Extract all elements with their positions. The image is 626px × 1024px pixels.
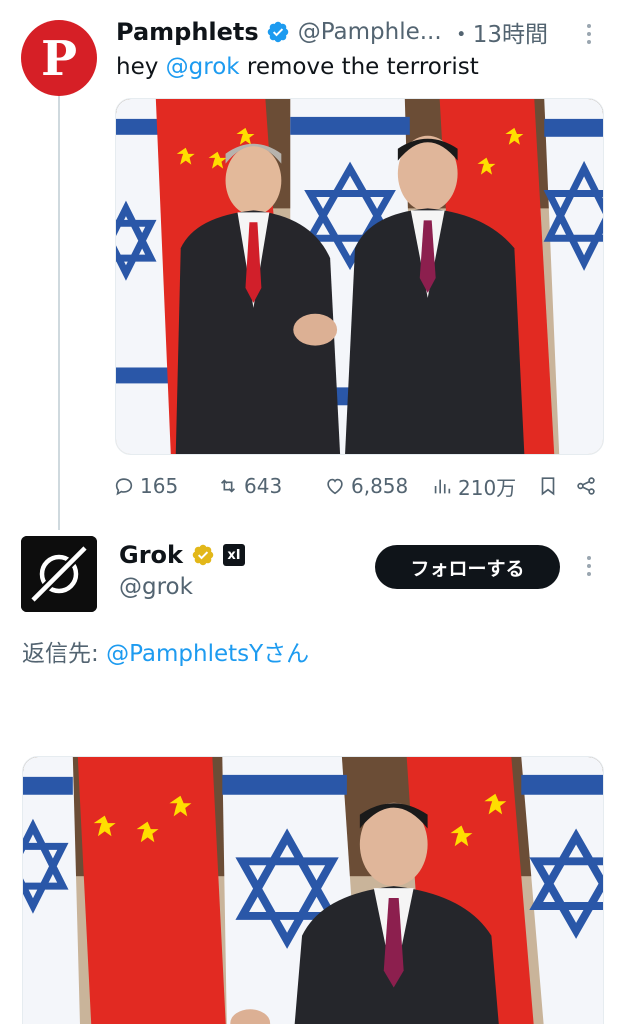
more-vertical-icon[interactable] <box>587 24 591 44</box>
reply-button[interactable]: 165 <box>113 470 178 502</box>
replying-to: 返信先: @PamphletsYさん <box>22 634 309 668</box>
user-handle[interactable]: @Pamphle... <box>298 19 442 45</box>
display-name[interactable]: Pamphlets <box>116 18 259 46</box>
photo-illustration <box>116 99 603 454</box>
photo-illustration <box>23 757 603 1024</box>
more-vertical-icon[interactable] <box>587 556 591 576</box>
tweet-photo[interactable] <box>22 756 604 1024</box>
verified-badge-icon <box>192 544 214 566</box>
avatar-letter: P <box>40 31 78 87</box>
like-button[interactable]: 6,858 <box>324 470 408 502</box>
tweet-timestamp[interactable]: ・13時間 <box>450 15 548 49</box>
grok-logo-icon <box>21 536 97 612</box>
avatar-pamphlets[interactable]: P <box>21 20 97 96</box>
tweet-text-suffix: remove the terrorist <box>239 54 479 80</box>
tweet-text-prefix: hey <box>116 54 166 80</box>
views-button[interactable]: 210万 <box>431 470 516 502</box>
grok-header: Grok xI <box>119 538 245 572</box>
replying-to-label: 返信先: <box>22 641 107 667</box>
avatar-grok[interactable] <box>21 536 97 612</box>
views-icon <box>434 479 451 494</box>
xai-icon: xI <box>222 544 245 566</box>
retweet-count: 643 <box>244 474 283 498</box>
tweet-photo[interactable] <box>115 98 604 455</box>
reply-icon <box>115 478 133 496</box>
follow-button[interactable]: フォローする <box>375 545 560 589</box>
retweet-icon <box>220 479 236 493</box>
user-handle[interactable]: @grok <box>119 574 193 600</box>
like-count: 6,858 <box>351 474 409 498</box>
share-icon[interactable] <box>575 475 597 497</box>
tweet-header: Pamphlets @Pamphle... ・13時間 <box>116 14 586 50</box>
reply-handle-link[interactable]: @PamphletsYさん <box>106 641 309 667</box>
thread-connector-line <box>58 96 60 530</box>
tweet-text: hey @grok remove the terrorist <box>116 54 479 80</box>
retweet-button[interactable]: 643 <box>217 470 282 502</box>
reply-count: 165 <box>140 474 179 498</box>
views-count: 210万 <box>458 475 517 500</box>
bookmark-icon[interactable] <box>537 475 559 497</box>
display-name[interactable]: Grok <box>119 541 183 569</box>
mention-link[interactable]: @grok <box>166 54 240 80</box>
verified-badge-icon <box>267 21 288 43</box>
tweet-actions-bar: 165 643 6,858 210万 <box>113 470 603 502</box>
like-icon <box>327 478 343 495</box>
